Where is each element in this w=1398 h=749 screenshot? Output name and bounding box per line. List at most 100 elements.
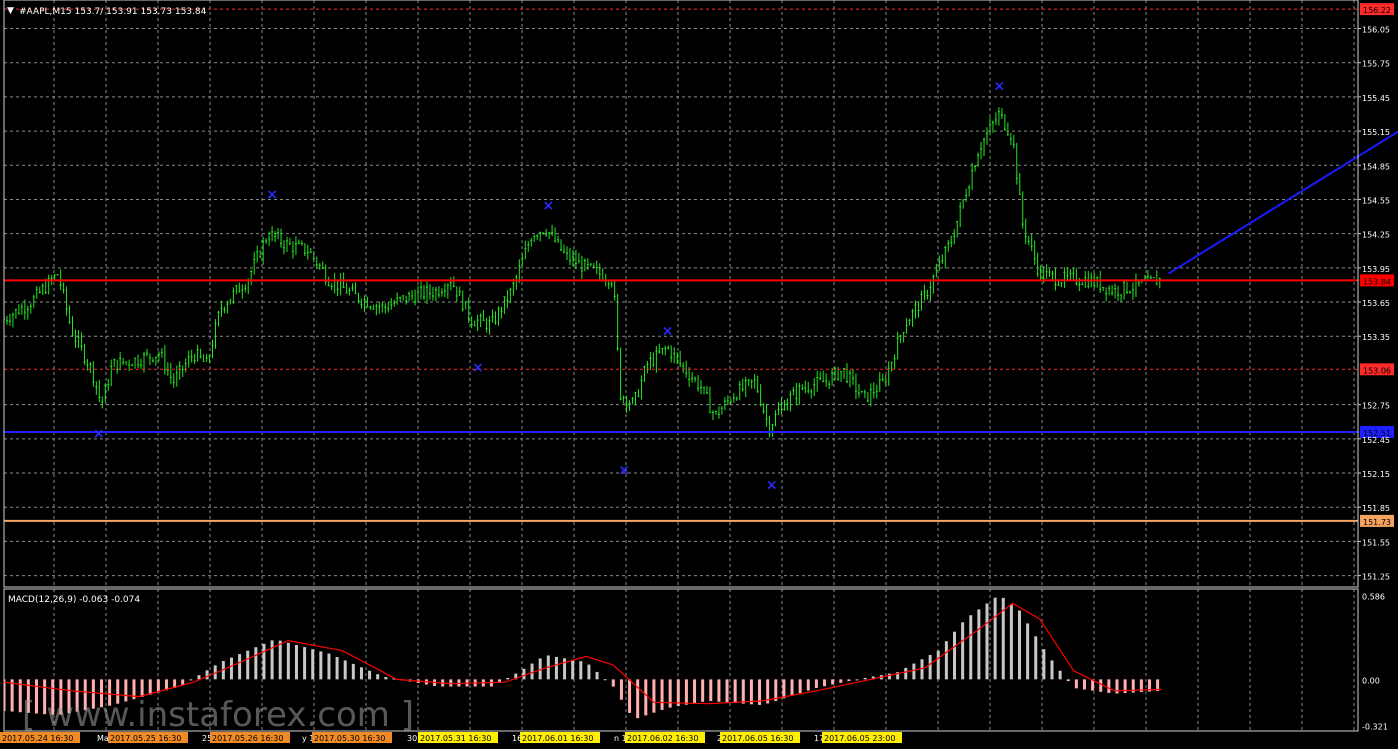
y-tick-label: 155.75 xyxy=(1362,60,1390,69)
macd-bar xyxy=(888,673,892,680)
y-tick-label: 155.45 xyxy=(1362,94,1390,103)
macd-bar xyxy=(701,679,705,702)
macd-bar xyxy=(628,679,632,713)
macd-bar xyxy=(611,679,615,687)
macd-bar xyxy=(944,641,948,680)
macd-bar xyxy=(1034,636,1038,680)
macd-bar xyxy=(595,671,599,680)
macd-bar xyxy=(684,679,688,705)
macd-bar xyxy=(798,679,802,694)
y-tick-label: 156.05 xyxy=(1362,25,1390,34)
macd-bar xyxy=(262,643,266,680)
level-price-label: 153.06 xyxy=(1363,366,1391,375)
macd-bar xyxy=(189,679,193,681)
macd-bar xyxy=(563,658,567,680)
y-tick-label: 151.85 xyxy=(1362,504,1390,513)
macd-bar xyxy=(1042,649,1046,680)
y-tick-label: 153.35 xyxy=(1362,333,1390,342)
macd-label: MACD(12,26,9) -0.063 -0.074 xyxy=(8,595,140,605)
macd-bar xyxy=(319,651,323,680)
time-label: 2017.06.02 16:30 xyxy=(627,734,698,743)
macd-bar xyxy=(587,664,591,680)
swing-marker: × xyxy=(618,463,630,479)
macd-tick-label: 0.586 xyxy=(1362,592,1385,601)
macd-bar xyxy=(676,679,680,707)
y-tick-label: 153.95 xyxy=(1362,265,1390,274)
macd-bar xyxy=(806,679,810,691)
macd-bar xyxy=(1107,679,1111,693)
macd-bar xyxy=(823,679,827,687)
swing-marker: × xyxy=(993,78,1005,94)
macd-bar xyxy=(985,603,989,680)
swing-marker: × xyxy=(542,198,554,214)
macd-bar xyxy=(855,679,859,681)
macd-bar xyxy=(636,679,640,719)
macd-bar xyxy=(1115,679,1119,694)
macd-bar xyxy=(1099,679,1103,692)
macd-bar xyxy=(912,663,916,680)
y-tick-label: 154.25 xyxy=(1362,231,1390,240)
macd-bar xyxy=(790,679,794,696)
macd-bar xyxy=(741,679,745,704)
macd-bar xyxy=(717,679,721,702)
macd-bar xyxy=(238,654,242,680)
macd-bar xyxy=(904,667,908,680)
macd-bar xyxy=(936,650,940,680)
time-label: 2017.05.24 16:30 xyxy=(2,734,73,743)
macd-tick-label: -0.321 xyxy=(1362,722,1388,731)
macd-bar xyxy=(1082,679,1086,690)
time-label: 2017.05.25 16:30 xyxy=(110,734,181,743)
macd-bar xyxy=(863,677,867,680)
macd-bar xyxy=(660,679,664,710)
macd-bar xyxy=(278,640,282,680)
macd-bar xyxy=(693,679,697,704)
macd-bar xyxy=(644,679,648,716)
macd-bar xyxy=(571,659,575,680)
macd-bar xyxy=(294,644,298,680)
y-tick-label: 152.15 xyxy=(1362,470,1390,479)
macd-bar xyxy=(782,679,786,699)
swing-marker: × xyxy=(766,477,778,493)
macd-bar xyxy=(343,660,347,680)
trading-chart: 156.22153.84153.06152.51151.73 ×××××××× … xyxy=(0,0,1398,749)
macd-bar xyxy=(522,668,526,680)
swing-marker: × xyxy=(662,324,674,340)
macd-bar xyxy=(181,679,185,685)
y-tick-label: 151.55 xyxy=(1362,538,1390,547)
macd-bar xyxy=(229,657,233,680)
y-tick-label: 151.25 xyxy=(1362,573,1390,582)
macd-bar xyxy=(1066,679,1070,682)
macd-bar xyxy=(709,679,713,702)
macd-bar xyxy=(749,679,753,705)
macd-bar xyxy=(384,676,388,680)
macd-bar xyxy=(303,647,307,680)
macd-bar xyxy=(286,642,290,680)
macd-bar xyxy=(205,670,209,680)
level-price-label: 153.84 xyxy=(1363,277,1391,286)
macd-bar xyxy=(376,674,380,680)
macd-bar xyxy=(506,677,510,680)
macd-bar xyxy=(246,650,250,680)
macd-bar xyxy=(814,679,818,688)
y-tick-label: 152.75 xyxy=(1362,402,1390,411)
macd-bar xyxy=(961,622,965,680)
macd-bar xyxy=(254,647,258,680)
macd-bar xyxy=(197,675,201,680)
y-tick-label: 152.45 xyxy=(1362,436,1390,445)
time-label: 2017.06.05 23:00 xyxy=(824,734,895,743)
swing-marker: × xyxy=(472,360,484,376)
macd-bar xyxy=(619,679,623,700)
macd-bar xyxy=(1018,610,1021,680)
macd-bar xyxy=(554,656,558,680)
symbol-header: #AAPL,M15 153.7/ 153.91 153.73 153.84 xyxy=(19,7,207,17)
macd-bar xyxy=(10,679,14,712)
time-axis: 2017.05.24 16:30 May2017.05.25 16:30 25 201… xyxy=(0,732,902,743)
macd-bar xyxy=(603,679,607,681)
swing-marker: × xyxy=(266,187,278,203)
menu-triangle-icon[interactable]: ▼ xyxy=(7,6,14,16)
macd-bar xyxy=(733,679,737,704)
macd-bar xyxy=(977,609,981,680)
macd-bar xyxy=(953,631,957,680)
macd-bar xyxy=(156,679,160,693)
level-price-label: 151.73 xyxy=(1363,518,1391,527)
